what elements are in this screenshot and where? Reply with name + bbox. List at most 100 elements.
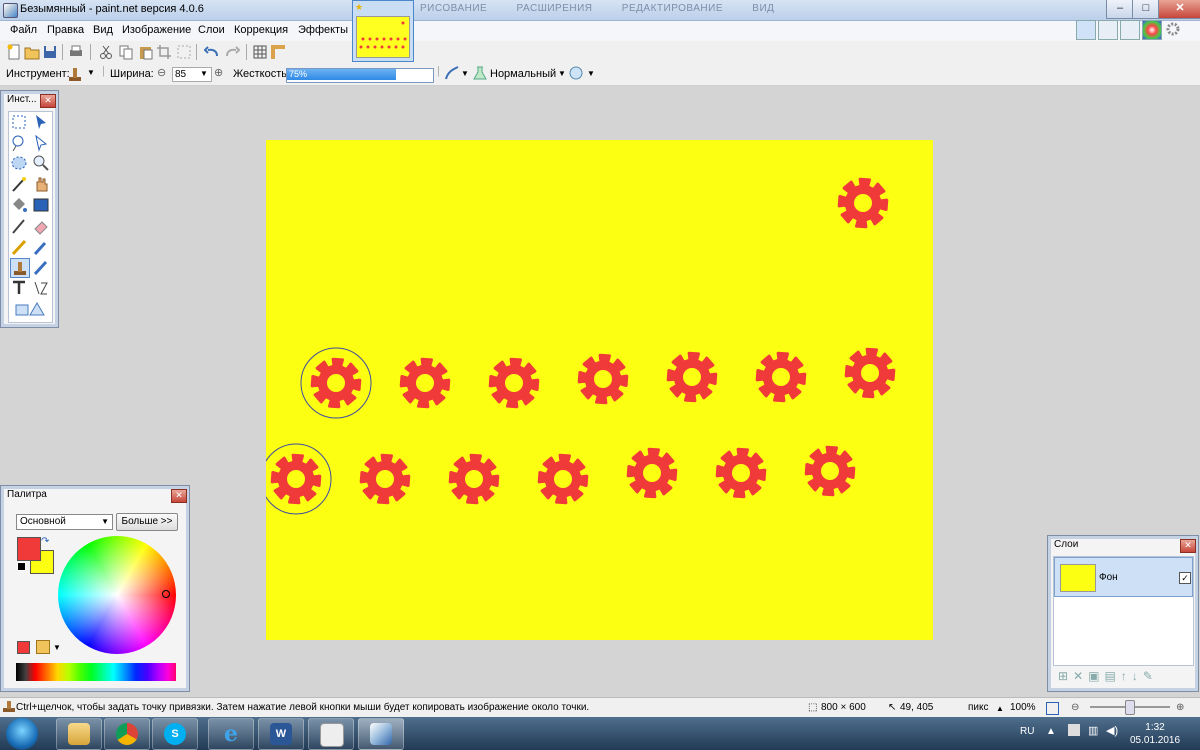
- menu-effects[interactable]: Эффекты: [298, 24, 348, 36]
- zoom-value[interactable]: 100%: [1010, 702, 1036, 713]
- tools-toggle-icon[interactable]: [1076, 20, 1096, 40]
- grid-icon[interactable]: [252, 44, 268, 60]
- zoom-out-icon[interactable]: ⊖: [1071, 702, 1079, 713]
- fit-window-icon[interactable]: [1046, 702, 1059, 715]
- swap-colors-icon[interactable]: ↷: [41, 536, 49, 547]
- zoom-slider-thumb[interactable]: [1125, 700, 1135, 715]
- menu-adjustments[interactable]: Коррекция: [234, 24, 288, 36]
- input-language[interactable]: RU: [1020, 726, 1034, 737]
- color-wheel-cursor[interactable]: [162, 590, 170, 598]
- menu-view[interactable]: Вид: [93, 24, 113, 36]
- copy-icon[interactable]: [118, 44, 134, 60]
- zoom-in-icon[interactable]: ⊕: [1176, 702, 1184, 713]
- deselect-icon[interactable]: [176, 44, 192, 60]
- undo-icon[interactable]: [204, 44, 220, 60]
- layer-properties-icon[interactable]: ✎: [1143, 669, 1158, 683]
- move-selection-icon[interactable]: [32, 134, 50, 152]
- palette-swatches[interactable]: [16, 663, 176, 681]
- save-icon[interactable]: [42, 44, 58, 60]
- width-dropdown-icon[interactable]: ▼: [200, 69, 208, 78]
- blend-mode-icon[interactable]: [472, 65, 488, 81]
- taskbar-explorer[interactable]: [56, 718, 102, 750]
- paintbrush-icon[interactable]: [10, 217, 28, 235]
- layer-row[interactable]: Фон ✓: [1054, 557, 1193, 597]
- ruler-icon[interactable]: [270, 44, 286, 60]
- image-canvas[interactable]: [260, 140, 933, 640]
- line-curve-icon[interactable]: [32, 279, 50, 297]
- primary-color-swatch[interactable]: [17, 537, 41, 561]
- palette-menu-dropdown-icon[interactable]: ▼: [53, 643, 61, 652]
- clone-stamp-icon[interactable]: [66, 65, 84, 83]
- palette-mode-select[interactable]: Основной ▼: [16, 514, 113, 530]
- units-dropdown-icon[interactable]: ▲: [996, 704, 1004, 713]
- menu-edit[interactable]: Правка: [47, 24, 84, 36]
- zoom-icon[interactable]: [32, 154, 50, 172]
- add-layer-icon[interactable]: ⊞: [1058, 669, 1073, 683]
- antialias-dropdown-icon[interactable]: ▼: [461, 69, 469, 78]
- menu-image[interactable]: Изображение: [122, 24, 191, 36]
- crop-icon[interactable]: [156, 44, 172, 60]
- rectangle-select-icon[interactable]: [10, 113, 28, 131]
- taskbar-word[interactable]: W: [258, 718, 304, 750]
- increase-width-icon[interactable]: ⊕: [214, 66, 223, 79]
- system-clock[interactable]: 1:32 05.01.2016: [1130, 721, 1180, 747]
- reset-colors-icon[interactable]: [17, 562, 26, 571]
- move-up-icon[interactable]: ↑: [1121, 669, 1132, 683]
- tool-dropdown-icon[interactable]: ▼: [87, 68, 95, 77]
- paint-bucket-icon[interactable]: [10, 196, 28, 214]
- color-picker-icon[interactable]: [32, 238, 50, 256]
- layers-close-button[interactable]: ✕: [1180, 539, 1196, 553]
- colors-toggle-icon[interactable]: [1142, 20, 1162, 40]
- blend-mode-value[interactable]: Нормальный: [490, 68, 556, 80]
- eraser-icon[interactable]: [32, 217, 50, 235]
- pan-icon[interactable]: [32, 175, 50, 193]
- close-button[interactable]: ✕: [1158, 0, 1200, 19]
- add-to-palette-icon[interactable]: [17, 641, 30, 654]
- palette-close-button[interactable]: ✕: [171, 489, 187, 503]
- recolor-icon[interactable]: [32, 258, 50, 276]
- history-toggle-icon[interactable]: [1098, 20, 1118, 40]
- sampling-dropdown-icon[interactable]: ▼: [587, 69, 595, 78]
- open-folder-icon[interactable]: [24, 44, 40, 60]
- duplicate-layer-icon[interactable]: ▣: [1088, 669, 1104, 683]
- taskbar-paintnet[interactable]: [358, 718, 404, 750]
- paste-icon[interactable]: [138, 44, 154, 60]
- menu-file[interactable]: Файл: [10, 24, 37, 36]
- units-select[interactable]: пикс: [968, 702, 989, 713]
- lasso-select-icon[interactable]: [10, 134, 28, 152]
- delete-layer-icon[interactable]: ✕: [1073, 669, 1088, 683]
- more-colors-button[interactable]: Больше >>: [116, 513, 178, 531]
- pencil-icon[interactable]: [10, 238, 28, 256]
- decrease-width-icon[interactable]: ⊖: [157, 66, 166, 79]
- tray-expand-icon[interactable]: ▲: [1046, 726, 1056, 737]
- magic-wand-icon[interactable]: [10, 175, 28, 193]
- taskbar-ie[interactable]: e: [208, 718, 254, 750]
- palette-menu-icon[interactable]: [36, 640, 50, 654]
- start-button[interactable]: [6, 718, 38, 750]
- action-center-icon[interactable]: [1068, 724, 1080, 736]
- maximize-button[interactable]: □: [1132, 0, 1160, 19]
- taskbar-documents[interactable]: [308, 718, 354, 750]
- move-down-icon[interactable]: ↓: [1132, 669, 1143, 683]
- menu-layers[interactable]: Слои: [198, 24, 225, 36]
- new-file-icon[interactable]: [6, 44, 22, 60]
- taskbar-chrome[interactable]: [104, 718, 150, 750]
- shapes-icon[interactable]: [14, 300, 46, 318]
- redo-icon[interactable]: [224, 44, 240, 60]
- text-tool-icon[interactable]: [10, 279, 28, 297]
- tools-panel-close-button[interactable]: ✕: [40, 94, 56, 108]
- sampling-icon[interactable]: [568, 65, 584, 81]
- clone-stamp-tool-icon[interactable]: [10, 258, 30, 278]
- merge-layer-icon[interactable]: ▤: [1104, 669, 1120, 683]
- antialiasing-icon[interactable]: [444, 65, 460, 81]
- volume-icon[interactable]: ◀): [1106, 724, 1118, 737]
- print-icon[interactable]: [68, 44, 84, 60]
- ellipse-select-icon[interactable]: [10, 154, 28, 172]
- layer-visibility-checkbox[interactable]: ✓: [1179, 572, 1191, 584]
- minimize-button[interactable]: –: [1106, 0, 1134, 19]
- layers-toggle-icon[interactable]: [1120, 20, 1140, 40]
- cut-icon[interactable]: [98, 44, 114, 60]
- network-icon[interactable]: ▥: [1088, 724, 1098, 737]
- move-selected-pixels-icon[interactable]: [32, 113, 50, 131]
- taskbar-skype[interactable]: S: [152, 718, 198, 750]
